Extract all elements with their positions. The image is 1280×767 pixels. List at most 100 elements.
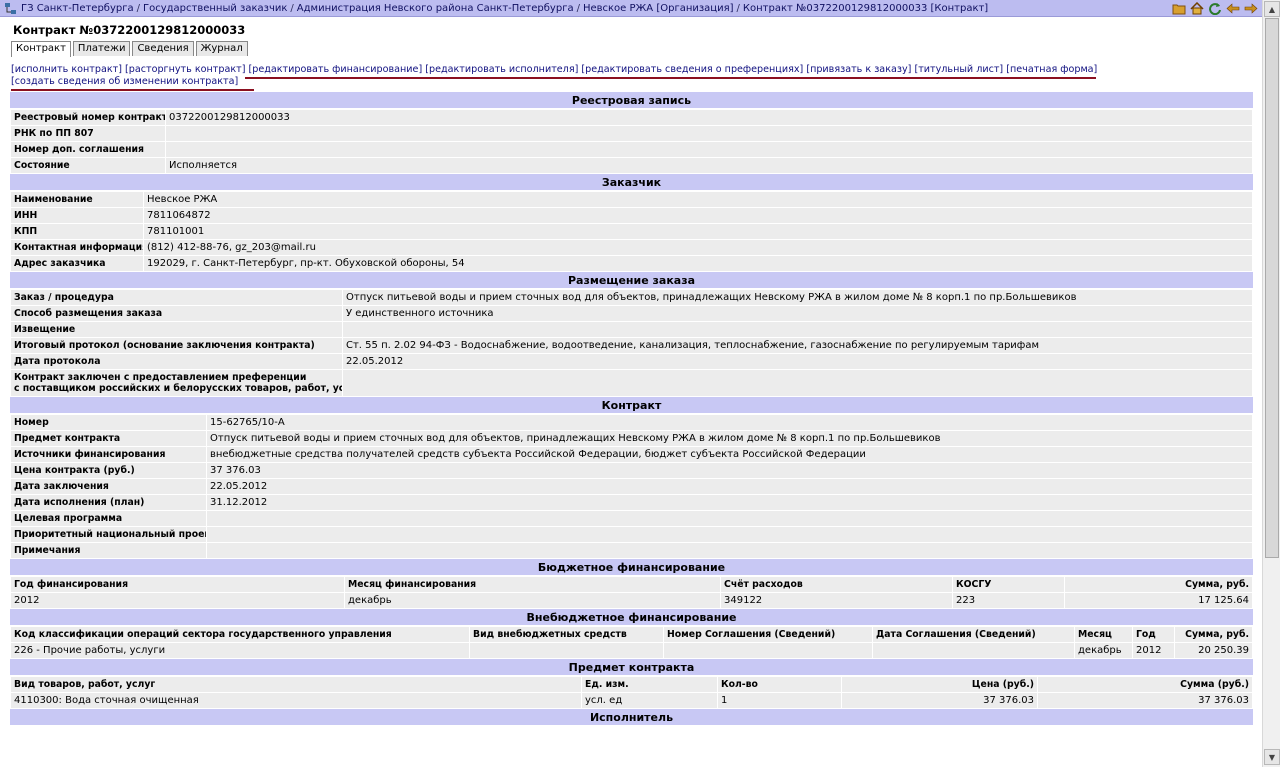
- column-header: Год: [1132, 626, 1175, 643]
- column-header: КОСГУ: [952, 576, 1065, 593]
- offbudget-table: Код классификации операций сектора госуд…: [10, 626, 1253, 659]
- field-label: Предмет контракта: [10, 430, 207, 447]
- tab-bar: Контракт Платежи Сведения Журнал: [11, 41, 248, 57]
- field-value: Отпуск питьевой воды и прием сточных вод…: [342, 289, 1253, 306]
- column-header: Номер Соглашения (Сведений): [663, 626, 873, 643]
- breadcrumb-item[interactable]: Контракт №0372200129812000033 [Контракт]: [743, 3, 988, 14]
- field-label: Примечания: [10, 542, 207, 559]
- section-contract: Контракт: [10, 397, 1253, 414]
- table-header-row: Код классификации операций сектора госуд…: [10, 626, 1253, 643]
- back-arrow-icon[interactable]: [1225, 1, 1240, 16]
- contract-details: Реестровая запись Реестровый номер контр…: [10, 92, 1253, 726]
- scroll-up-icon[interactable]: ▲: [1264, 1, 1280, 17]
- table-cell: усл. ед: [581, 692, 718, 709]
- column-header: Сумма, руб.: [1064, 576, 1253, 593]
- field-label: Контактная информация: [10, 239, 144, 256]
- table-row: Итоговый протокол (основание заключения …: [10, 337, 1253, 354]
- field-label: Дата заключения: [10, 478, 207, 495]
- contract-table: Номер 15-62765/10-А Предмет контракта Отпу…: [10, 414, 1253, 559]
- section-registry: Реестровая запись: [10, 92, 1253, 109]
- vertical-scrollbar[interactable]: ▲ ▼: [1262, 0, 1280, 767]
- preference-label-line: Контракт заключен с предоставлением преф…: [14, 372, 307, 383]
- table-row: Целевая программа: [10, 510, 1253, 527]
- breadcrumb-item[interactable]: ГЗ Санкт-Петербурга: [21, 3, 134, 14]
- table-cell: декабрь: [1074, 642, 1133, 659]
- breadcrumb-separator: /: [576, 2, 580, 14]
- field-value: 37 376.03: [206, 462, 1253, 479]
- table-row: Цена контракта (руб.) 37 376.03: [10, 462, 1253, 479]
- column-header: Дата Соглашения (Сведений): [872, 626, 1075, 643]
- table-row: 2012 декабрь 349122 223 17 125.64: [10, 592, 1253, 609]
- table-row: Приоритетный национальный проект: [10, 526, 1253, 543]
- field-label: Номер: [10, 414, 207, 431]
- edit-executor-link[interactable]: [редактировать исполнителя]: [425, 64, 578, 75]
- field-value: 22.05.2012: [342, 353, 1253, 370]
- scroll-down-icon[interactable]: ▼: [1264, 749, 1280, 765]
- table-row: 4110300: Вода сточная очищенная усл. ед …: [10, 692, 1253, 709]
- field-value: 192029, г. Санкт-Петербург, пр-кт. Обухо…: [143, 255, 1253, 272]
- column-header: Месяц финансирования: [344, 576, 721, 593]
- execute-contract-link[interactable]: [исполнить контракт]: [11, 64, 122, 75]
- table-row: Дата исполнения (план) 31.12.2012: [10, 494, 1253, 511]
- tab-contract[interactable]: Контракт: [11, 41, 71, 57]
- table-row: Наименование Невское РЖА: [10, 191, 1253, 208]
- link-to-order-link[interactable]: [привязать к заказу]: [806, 64, 911, 75]
- create-change-info-link[interactable]: [создать сведения об изменении контракта…: [11, 76, 238, 87]
- table-cell: [872, 642, 1075, 659]
- table-row: Способ размещения заказа У единственного …: [10, 305, 1253, 322]
- forward-arrow-icon[interactable]: [1243, 1, 1258, 16]
- table-row: Дата протокола 22.05.2012: [10, 353, 1253, 370]
- column-header: Вид внебюджетных средств: [469, 626, 664, 643]
- field-value: Ст. 55 п. 2.02 94-ФЗ - Водоснабжение, во…: [342, 337, 1253, 354]
- edit-preferences-link[interactable]: [редактировать сведения о преференциях]: [581, 64, 803, 75]
- breadcrumb-item[interactable]: Государственный заказчик: [143, 3, 287, 14]
- column-header: Месяц: [1074, 626, 1133, 643]
- scrollbar-thumb[interactable]: [1265, 18, 1279, 558]
- field-value: [206, 542, 1253, 559]
- table-cell: 17 125.64: [1064, 592, 1253, 609]
- tab-payments[interactable]: Платежи: [72, 41, 131, 56]
- table-cell: 20 250.39: [1174, 642, 1253, 659]
- field-label: Способ размещения заказа: [10, 305, 343, 322]
- breadcrumb-separator: /: [290, 2, 294, 14]
- breadcrumb: ГЗ Санкт-Петербурга / Государственный за…: [0, 0, 1262, 17]
- home-icon[interactable]: [1189, 1, 1204, 16]
- title-page-link[interactable]: [титульный лист]: [914, 64, 1003, 75]
- edit-financing-link[interactable]: [редактировать финансирование]: [249, 64, 423, 75]
- tab-info[interactable]: Сведения: [132, 41, 194, 56]
- table-cell: 2012: [10, 592, 345, 609]
- field-label: Источники финансирования: [10, 446, 207, 463]
- table-row: Заказ / процедура Отпуск питьевой воды и …: [10, 289, 1253, 306]
- column-header: Счёт расходов: [720, 576, 953, 593]
- folder-icon[interactable]: [1171, 1, 1186, 16]
- highlight-underline: [11, 89, 254, 91]
- action-links: [исполнить контракт] [расторгнуть контра…: [11, 64, 1161, 88]
- field-value: Исполняется: [165, 157, 1253, 174]
- section-budget-financing: Бюджетное финансирование: [10, 559, 1253, 576]
- field-value: 15-62765/10-А: [206, 414, 1253, 431]
- table-row: ИНН 7811064872: [10, 207, 1253, 224]
- field-label: Дата исполнения (план): [10, 494, 207, 511]
- breadcrumb-item[interactable]: Невское РЖА [Организация]: [583, 3, 734, 14]
- table-cell: 4110300: Вода сточная очищенная: [10, 692, 582, 709]
- refresh-icon[interactable]: [1207, 1, 1222, 16]
- field-label: Наименование: [10, 191, 144, 208]
- terminate-contract-link[interactable]: [расторгнуть контракт]: [125, 64, 245, 75]
- field-label: Извещение: [10, 321, 343, 338]
- field-value: 22.05.2012: [206, 478, 1253, 495]
- org-tree-icon: [4, 2, 17, 15]
- table-row: Дата заключения 22.05.2012: [10, 478, 1253, 495]
- breadcrumb-item[interactable]: Администрация Невского района Санкт-Пете…: [297, 3, 574, 14]
- table-row: РНК по ПП 807: [10, 125, 1253, 142]
- section-contract-subject: Предмет контракта: [10, 659, 1253, 676]
- highlight-underline: [245, 77, 1096, 79]
- tab-journal[interactable]: Журнал: [195, 41, 248, 56]
- table-cell: 37 376.03: [841, 692, 1038, 709]
- field-label: ИНН: [10, 207, 144, 224]
- budget-table: Год финансирования Месяц финансирования …: [10, 576, 1253, 609]
- print-form-link[interactable]: [печатная форма]: [1006, 64, 1097, 75]
- table-cell: 37 376.03: [1037, 692, 1253, 709]
- column-header: Ед. изм.: [581, 676, 718, 693]
- nav-toolbar: [1171, 1, 1258, 16]
- page-title: Контракт №0372200129812000033: [13, 23, 246, 37]
